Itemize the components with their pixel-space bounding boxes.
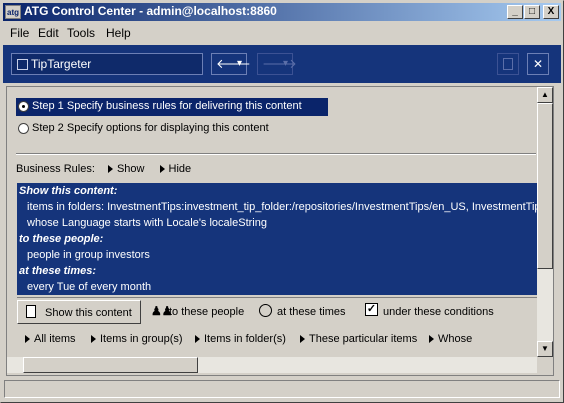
forward-button[interactable]: 🡒 ▾ <box>257 53 297 75</box>
close-icon: ✕ <box>533 57 544 71</box>
save-icon <box>503 58 513 70</box>
triangle-right-icon <box>107 165 113 174</box>
divider <box>16 153 536 155</box>
vertical-scroll-thumb[interactable] <box>537 103 553 269</box>
rules-list[interactable]: Show this content: items in folders: Inv… <box>17 183 537 295</box>
hide-rules-link[interactable]: Hide <box>159 163 191 175</box>
document-selector[interactable]: TipTargeter <box>11 53 203 75</box>
show-rules-link[interactable]: Show <box>107 163 144 175</box>
main-panel: Step 1 Specify business rules for delive… <box>6 86 554 376</box>
status-bar <box>4 380 560 398</box>
menu-tools[interactable]: Tools <box>67 26 95 40</box>
menu-help[interactable]: Help <box>106 26 131 40</box>
menu-bar: File Edit Tools Help <box>3 23 561 42</box>
tab-under-these-conditions[interactable]: ✓ under these conditions <box>361 300 501 324</box>
tab-show-this-content[interactable]: Show this content <box>17 300 141 324</box>
document-icon <box>26 305 36 318</box>
window-title: ATG Control Center - admin@localhost:886… <box>24 4 277 18</box>
maximize-button[interactable]: □ <box>524 5 540 19</box>
option-items-in-folders[interactable]: Items in folder(s) <box>195 333 286 345</box>
scroll-down-icon[interactable]: ▼ <box>537 341 553 357</box>
rule-heading: Show this content: <box>19 185 118 197</box>
rule-tabs: Show this content ♟♟ to these people at … <box>17 297 537 326</box>
menu-file[interactable]: File <box>10 26 29 40</box>
menu-edit[interactable]: Edit <box>38 26 59 40</box>
triangle-right-icon <box>159 165 165 174</box>
rule-line[interactable]: whose Language starts with Locale's loca… <box>27 217 267 229</box>
step-2-option[interactable]: Step 2 Specify options for displaying th… <box>16 120 328 138</box>
horizontal-scroll-thumb[interactable] <box>23 357 198 373</box>
rule-heading: to these people: <box>19 233 104 245</box>
business-rules-bar: Business Rules: Show Hide <box>16 163 191 175</box>
close-document-button[interactable]: ✕ <box>527 53 549 75</box>
option-all-items[interactable]: All items <box>25 333 76 345</box>
triangle-right-icon <box>429 335 434 344</box>
step-1-label: Step 1 Specify business rules for delive… <box>32 100 302 112</box>
back-arrow-icon: 🡐 <box>216 56 251 71</box>
vertical-scrollbar[interactable]: ▲ ▼ <box>537 87 553 357</box>
forward-arrow-icon: 🡒 <box>262 56 297 71</box>
radio-button[interactable] <box>18 101 29 112</box>
chevron-down-icon: ▾ <box>237 58 243 69</box>
tab-to-these-people[interactable]: ♟♟ to these people <box>145 300 245 324</box>
triangle-right-icon <box>91 335 96 344</box>
toolbar: TipTargeter 🡐 ▾ 🡒 ▾ ✕ <box>3 45 561 83</box>
document-name: TipTargeter <box>31 57 92 71</box>
chevron-down-icon: ▾ <box>283 58 289 69</box>
option-whose[interactable]: Whose <box>429 333 472 345</box>
save-button[interactable] <box>497 53 519 75</box>
rule-line[interactable]: every Tue of every month <box>27 281 151 293</box>
close-window-button[interactable]: X <box>543 5 559 19</box>
minimize-button[interactable]: _ <box>507 5 523 19</box>
content-options: All items Items in group(s) Items in fol… <box>17 327 537 353</box>
rule-heading: at these times: <box>19 265 97 277</box>
clock-icon <box>259 304 272 317</box>
scroll-up-icon[interactable]: ▲ <box>537 87 553 103</box>
option-items-in-groups[interactable]: Items in group(s) <box>91 333 183 345</box>
radio-button[interactable] <box>18 123 29 134</box>
triangle-right-icon <box>300 335 305 344</box>
rule-line[interactable]: people in group investors <box>27 249 150 261</box>
rule-line[interactable]: items in folders: InvestmentTips:investm… <box>27 201 537 213</box>
checkbox-icon: ✓ <box>365 303 378 316</box>
document-icon <box>17 59 28 70</box>
business-rules-label: Business Rules: <box>16 163 95 175</box>
horizontal-scrollbar[interactable] <box>7 357 537 373</box>
triangle-right-icon <box>195 335 200 344</box>
tab-at-these-times[interactable]: at these times <box>255 300 351 324</box>
step-1-option[interactable]: Step 1 Specify business rules for delive… <box>16 98 328 116</box>
step-2-label: Step 2 Specify options for displaying th… <box>32 122 269 134</box>
triangle-right-icon <box>25 335 30 344</box>
option-particular-items[interactable]: These particular items <box>300 333 417 345</box>
back-button[interactable]: 🡐 ▾ <box>211 53 251 75</box>
atg-app-icon[interactable]: atg <box>5 5 21 19</box>
